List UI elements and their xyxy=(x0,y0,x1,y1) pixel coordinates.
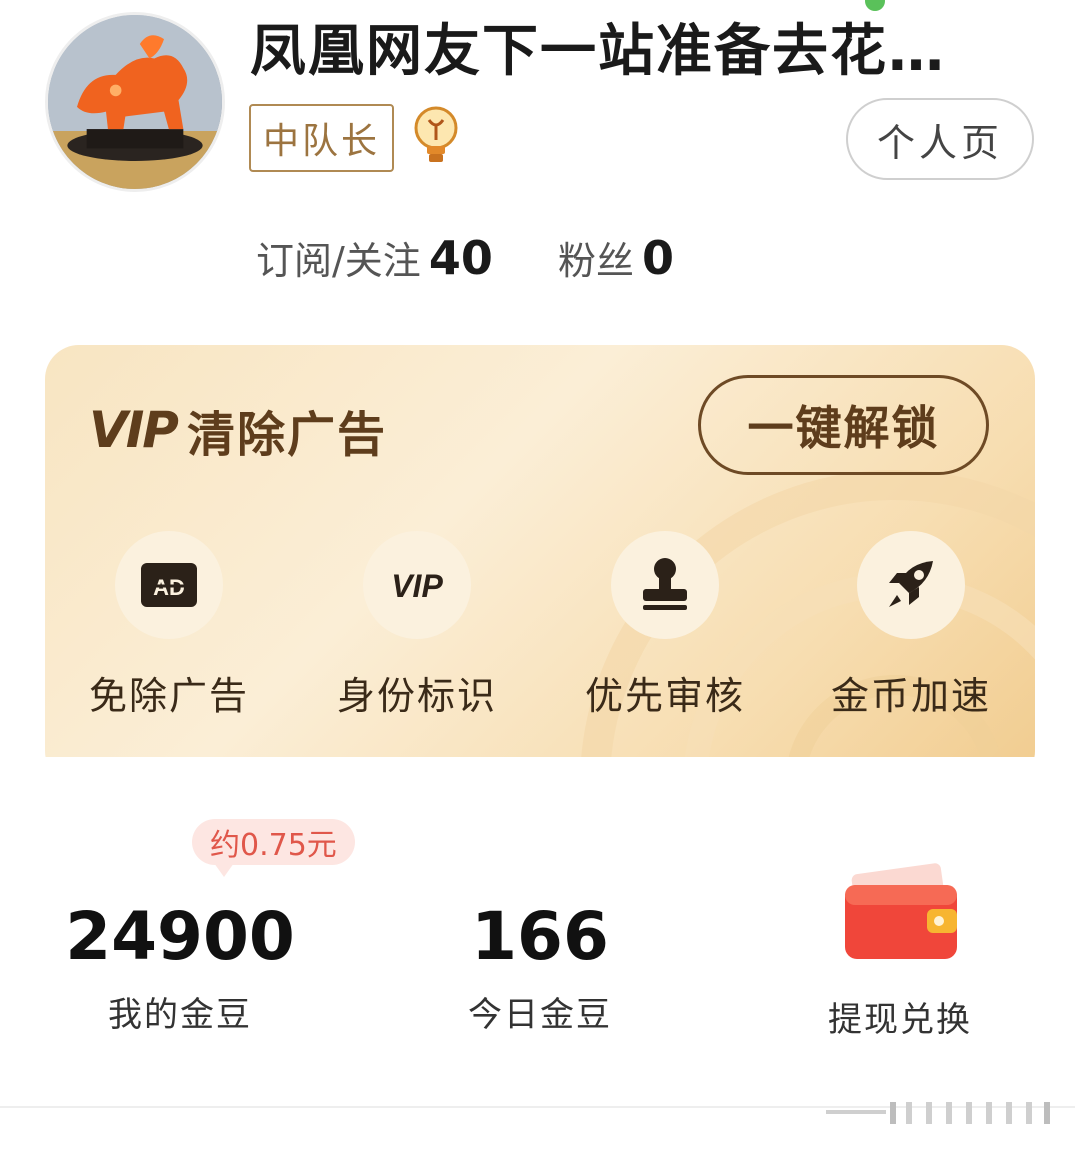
following-stat[interactable]: 订阅/关注 40 xyxy=(256,230,493,285)
withdraw-label: 提现兑换 xyxy=(828,1000,972,1040)
today-beans-value: 166 xyxy=(471,898,609,975)
lightbulb-icon[interactable] xyxy=(413,106,459,168)
avatar[interactable] xyxy=(45,12,225,192)
fans-stat[interactable]: 粉丝 0 xyxy=(558,230,674,285)
svg-text:VIP: VIP xyxy=(391,568,443,604)
fans-count: 0 xyxy=(642,231,675,285)
unlock-button[interactable]: 一键解锁 xyxy=(698,375,989,475)
stamp-icon xyxy=(643,558,687,610)
perk-label: 金币加速 xyxy=(830,674,991,718)
today-beans[interactable]: 166 今日金豆 xyxy=(390,897,690,1036)
profile-page-button[interactable]: 个人页 xyxy=(846,98,1034,180)
rank-badge[interactable]: 中队长 xyxy=(249,104,394,172)
perk-coin-boost[interactable]: 金币加速 xyxy=(811,531,1011,720)
perk-identity-badge[interactable]: VIP 身份标识 xyxy=(317,531,517,720)
vip-card[interactable]: VIP 清除广告 一键解锁 AD 免除广告 VIP 身份标识 优先审核 金币加速 xyxy=(45,345,1035,785)
online-status-dot xyxy=(865,0,885,11)
vip-title-text: 清除广告 xyxy=(186,407,387,463)
coins-panel: 约0.75元 24900 我的金豆 166 今日金豆 提现兑换 xyxy=(0,757,1075,1149)
perk-label: 免除广告 xyxy=(88,674,249,718)
vip-title: VIP 清除广告 xyxy=(89,395,387,465)
my-beans[interactable]: 24900 我的金豆 xyxy=(30,897,330,1036)
perk-remove-ads[interactable]: AD 免除广告 xyxy=(69,531,269,720)
perk-label: 身份标识 xyxy=(336,674,497,718)
vip-logo: VIP xyxy=(89,401,179,459)
vip-badge-icon: VIP xyxy=(391,568,443,604)
fans-label: 粉丝 xyxy=(558,239,635,283)
rocket-icon xyxy=(889,561,933,607)
withdraw-exchange[interactable]: 提现兑换 xyxy=(750,857,1050,1041)
price-tip: 约0.75元 xyxy=(192,819,355,877)
perk-label: 优先审核 xyxy=(584,674,745,718)
following-count: 40 xyxy=(428,231,493,285)
my-beans-label: 我的金豆 xyxy=(108,995,252,1035)
today-beans-label: 今日金豆 xyxy=(468,995,612,1035)
username: 凤凰网友下一站准备去花… xyxy=(250,19,946,84)
following-label: 订阅/关注 xyxy=(256,239,421,283)
wallet-icon xyxy=(845,863,957,959)
perk-priority-review[interactable]: 优先审核 xyxy=(565,531,765,720)
my-beans-value: 24900 xyxy=(65,898,295,975)
ad-block-icon: AD xyxy=(141,563,197,607)
tab-scroll-indicator xyxy=(826,1102,1050,1124)
